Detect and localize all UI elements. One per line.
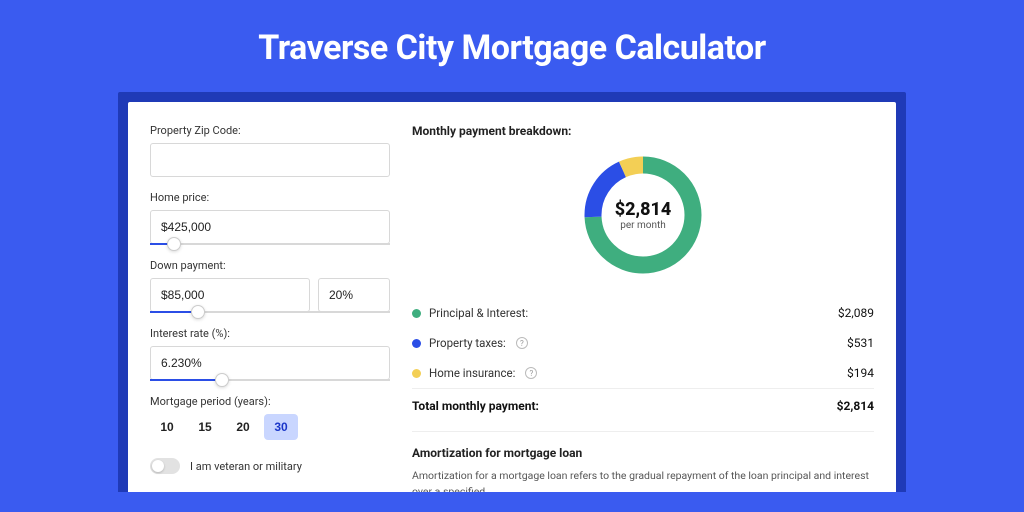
legend-row: Principal & Interest: $2,089 <box>412 298 874 328</box>
zip-label: Property Zip Code: <box>150 124 390 137</box>
help-icon[interactable]: ? <box>516 337 528 349</box>
down-payment-slider[interactable] <box>150 311 390 313</box>
breakdown-legend: Principal & Interest: $2,089 Property taxe… <box>412 298 874 388</box>
period-pill-15[interactable]: 15 <box>188 414 222 440</box>
legend-label: Property taxes: <box>429 336 506 350</box>
veteran-toggle-row: I am veteran or military <box>150 458 390 474</box>
period-field-group: Mortgage period (years): 10152030 <box>150 395 390 440</box>
down-payment-slider-thumb[interactable] <box>191 305 205 319</box>
period-label: Mortgage period (years): <box>150 395 390 408</box>
legend-dot-icon <box>412 339 421 348</box>
total-label: Total monthly payment: <box>412 399 539 413</box>
zip-input[interactable] <box>150 143 390 177</box>
legend-value: $194 <box>847 366 874 380</box>
legend-dot-icon <box>412 309 421 318</box>
page-title: Traverse City Mortgage Calculator <box>0 0 1024 92</box>
donut-chart: $2,814 per month <box>578 150 708 280</box>
calculator-card: Property Zip Code: Home price: Down paym… <box>128 102 896 492</box>
legend-dot-icon <box>412 369 421 378</box>
veteran-label: I am veteran or military <box>190 460 302 473</box>
legend-value: $2,089 <box>838 306 874 320</box>
total-value: $2,814 <box>837 399 874 413</box>
home-price-field-group: Home price: <box>150 191 390 245</box>
total-row: Total monthly payment: $2,814 <box>412 388 874 413</box>
legend-row: Home insurance:? $194 <box>412 358 874 388</box>
amortization-body: Amortization for a mortgage loan refers … <box>412 468 874 492</box>
veteran-toggle[interactable] <box>150 458 180 474</box>
legend-value: $531 <box>847 336 874 350</box>
interest-field-group: Interest rate (%): <box>150 327 390 381</box>
home-price-label: Home price: <box>150 191 390 204</box>
home-price-slider-thumb[interactable] <box>167 237 181 251</box>
legend-label: Home insurance: <box>429 366 515 380</box>
donut-center: $2,814 per month <box>615 199 672 231</box>
help-icon[interactable]: ? <box>525 367 537 379</box>
down-payment-input[interactable] <box>150 278 310 312</box>
legend-label: Principal & Interest: <box>429 306 528 320</box>
home-price-input[interactable] <box>150 210 390 244</box>
home-price-slider[interactable] <box>150 243 390 245</box>
legend-row: Property taxes:? $531 <box>412 328 874 358</box>
donut-value: $2,814 <box>615 199 672 220</box>
veteran-toggle-knob <box>152 460 164 472</box>
interest-slider-thumb[interactable] <box>215 373 229 387</box>
period-pill-30[interactable]: 30 <box>264 414 298 440</box>
down-payment-label: Down payment: <box>150 259 390 272</box>
form-column: Property Zip Code: Home price: Down paym… <box>150 124 390 492</box>
down-payment-pct-input[interactable] <box>318 278 390 312</box>
calculator-card-frame: Property Zip Code: Home price: Down paym… <box>118 92 906 492</box>
interest-input[interactable] <box>150 346 390 380</box>
down-payment-field-group: Down payment: <box>150 259 390 313</box>
period-pill-10[interactable]: 10 <box>150 414 184 440</box>
period-pills: 10152030 <box>150 414 390 440</box>
breakdown-title: Monthly payment breakdown: <box>412 124 874 138</box>
donut-sub: per month <box>615 220 672 231</box>
interest-label: Interest rate (%): <box>150 327 390 340</box>
interest-slider[interactable] <box>150 379 390 381</box>
amortization-title: Amortization for mortgage loan <box>412 446 874 460</box>
breakdown-column: Monthly payment breakdown: $2,814 per mo… <box>412 124 874 492</box>
zip-field-group: Property Zip Code: <box>150 124 390 177</box>
period-pill-20[interactable]: 20 <box>226 414 260 440</box>
amortization-block: Amortization for mortgage loan Amortizat… <box>412 431 874 492</box>
donut-chart-wrap: $2,814 per month <box>412 150 874 280</box>
